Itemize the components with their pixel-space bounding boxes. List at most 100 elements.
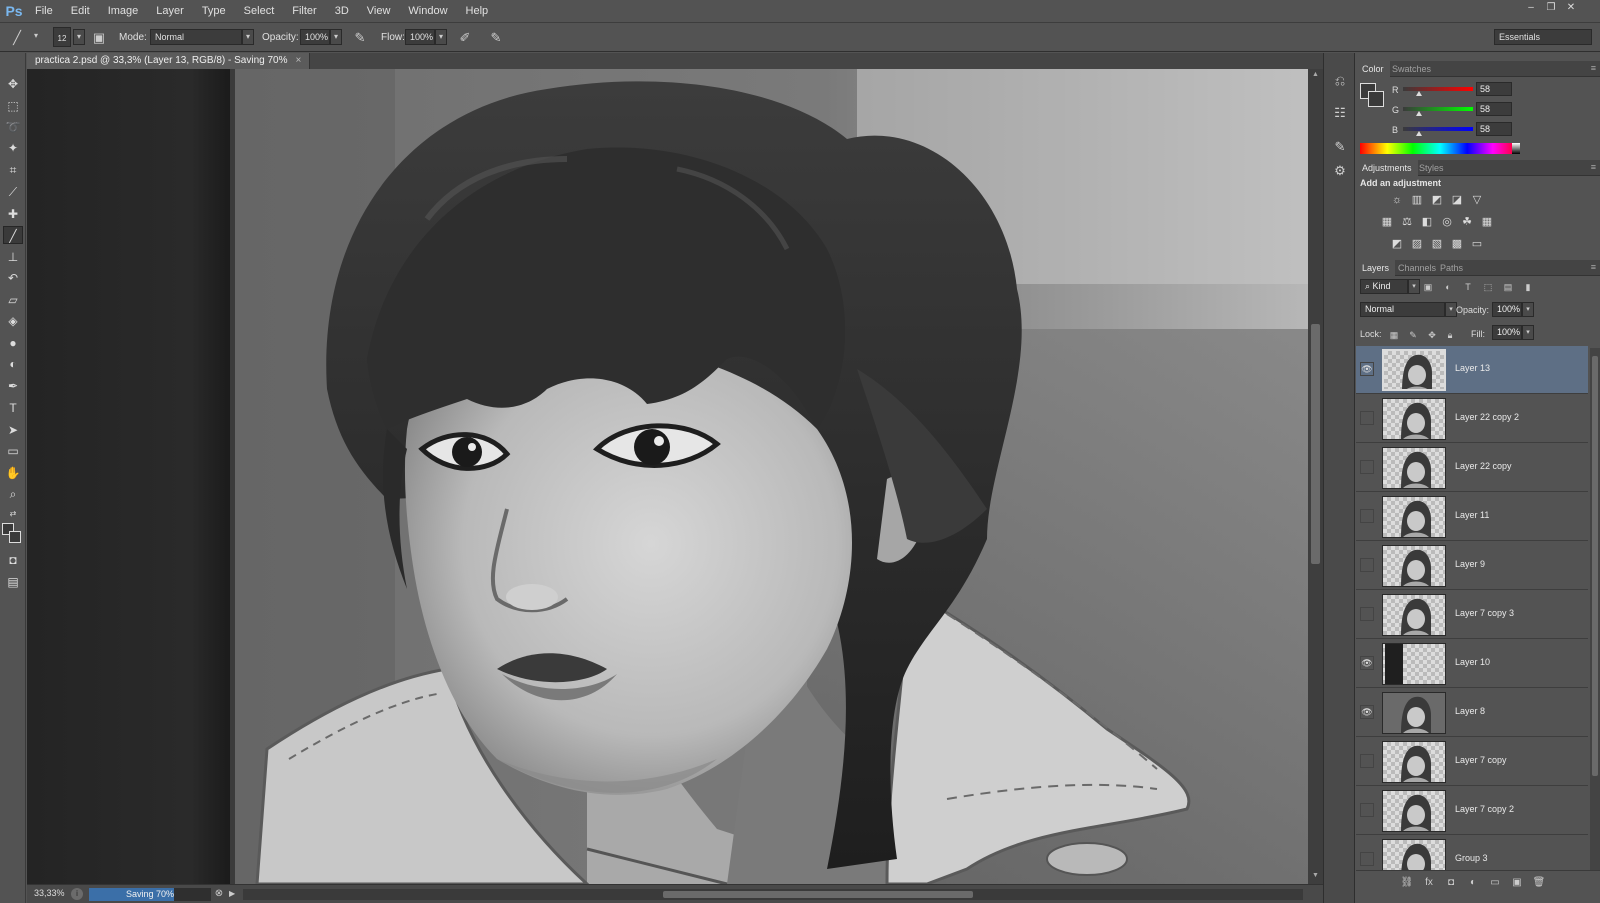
layer-row[interactable]: Layer 7 copy 2 [1356, 787, 1588, 835]
mode-select[interactable]: Normal [150, 29, 242, 45]
layers-panel-menu-icon[interactable]: ≡ [1591, 262, 1596, 272]
layer-visibility-eye-icon[interactable] [1360, 803, 1374, 817]
filter-pixel-icon[interactable]: ▣ [1422, 281, 1434, 293]
quick-mask-icon[interactable]: ◘ [3, 551, 23, 569]
scroll-down-icon[interactable]: ▼ [1311, 872, 1320, 882]
posterize-icon[interactable]: ▨ [1410, 237, 1424, 251]
background-color-swatch[interactable] [9, 531, 21, 543]
filter-shape-icon[interactable]: ⬚ [1482, 281, 1494, 293]
new-layer-icon[interactable]: ▣ [1510, 876, 1524, 890]
layer-visibility-eye-icon[interactable] [1360, 754, 1374, 768]
layer-visibility-eye-icon[interactable] [1360, 460, 1374, 474]
curves-icon[interactable]: ◩ [1430, 193, 1444, 207]
tab-styles[interactable]: Styles [1413, 160, 1450, 176]
eraser-tool-icon[interactable]: ▱ [3, 291, 23, 309]
layers-scroll-thumb[interactable] [1592, 356, 1598, 776]
layer-name[interactable]: Layer 22 copy 2 [1455, 412, 1519, 422]
close-document-icon[interactable]: × [296, 55, 302, 66]
tab-color[interactable]: Color [1356, 61, 1390, 77]
layer-thumbnail[interactable] [1382, 447, 1446, 489]
layer-name[interactable]: Layer 10 [1455, 657, 1490, 667]
layer-name[interactable]: Layer 11 [1455, 510, 1489, 520]
canvas-vertical-scrollbar[interactable]: ▲ ▼ [1308, 69, 1323, 884]
layer-style-icon[interactable]: fx [1422, 876, 1436, 890]
cancel-save-icon[interactable]: ⊗ [213, 888, 225, 900]
layer-thumbnail[interactable] [1382, 496, 1446, 538]
layer-thumbnail[interactable] [1382, 692, 1446, 734]
layer-thumbnail[interactable] [1382, 839, 1446, 870]
move-tool-icon[interactable]: ✥ [3, 75, 23, 93]
layer-thumbnail[interactable] [1382, 790, 1446, 832]
green-slider-knob[interactable] [1415, 111, 1422, 116]
brush-tool-icon[interactable]: ╱ [3, 226, 23, 244]
menu-type[interactable]: Type [193, 0, 235, 22]
scroll-up-icon[interactable]: ▲ [1311, 71, 1320, 81]
black-white-icon[interactable]: ◧ [1420, 215, 1434, 229]
red-slider[interactable] [1403, 87, 1473, 96]
layer-visibility-eye-icon[interactable] [1360, 509, 1374, 523]
exposure-icon[interactable]: ◪ [1450, 193, 1464, 207]
zoom-level-field[interactable]: 33,33% [34, 888, 68, 901]
type-tool-icon[interactable]: T [3, 399, 23, 417]
adjustments-panel-menu-icon[interactable]: ≡ [1591, 162, 1596, 172]
add-mask-icon[interactable]: ◘ [1444, 876, 1458, 890]
lock-position-icon[interactable]: ✥ [1426, 329, 1438, 341]
layer-name[interactable]: Layer 8 [1455, 706, 1485, 716]
layer-visibility-eye-icon[interactable] [1360, 558, 1374, 572]
threshold-icon[interactable]: ▧ [1430, 237, 1444, 251]
brush-panel-icon[interactable]: ▣ [90, 29, 108, 47]
layer-name[interactable]: Layer 13 [1455, 363, 1490, 373]
brush-panel-dock-icon[interactable]: ✎ [1330, 137, 1350, 157]
vertical-scroll-thumb[interactable] [1311, 324, 1320, 564]
hand-tool-icon[interactable]: ✋ [3, 464, 23, 482]
history-panel-icon[interactable]: ⎌ [1330, 71, 1350, 91]
horizontal-scroll-thumb[interactable] [663, 891, 973, 898]
quick-select-tool-icon[interactable]: ✦ [3, 139, 23, 157]
levels-icon[interactable]: ▥ [1410, 193, 1424, 207]
channel-mixer-icon[interactable]: ☘ [1460, 215, 1474, 229]
red-value[interactable]: 58 [1476, 82, 1512, 96]
layer-thumbnail[interactable] [1382, 349, 1446, 391]
lasso-tool-icon[interactable]: ➰ [3, 118, 23, 136]
color-lookup-icon[interactable]: ▦ [1480, 215, 1494, 229]
layer-thumbnail[interactable] [1382, 398, 1446, 440]
layer-opacity-dropdown[interactable]: ▾ [1522, 302, 1534, 317]
layer-row[interactable]: Layer 22 copy 2 [1356, 395, 1588, 443]
new-group-icon[interactable]: ▭ [1488, 876, 1502, 890]
layer-name[interactable]: Group 3 [1455, 853, 1488, 863]
lock-all-icon[interactable]: 🔒︎ [1444, 329, 1456, 341]
brush-size-dropdown[interactable]: ▾ [73, 29, 85, 45]
layer-visibility-eye-icon[interactable] [1360, 607, 1374, 621]
fill-dropdown[interactable]: ▾ [1522, 325, 1534, 340]
screen-mode-icon[interactable]: ▤ [3, 573, 23, 591]
paint-bucket-tool-icon[interactable]: ◈ [3, 312, 23, 330]
opacity-input[interactable]: 100% [300, 29, 330, 45]
brightness-contrast-icon[interactable]: ☼ [1390, 193, 1404, 207]
filter-toggle-icon[interactable]: ▮ [1522, 281, 1534, 293]
pressure-opacity-icon[interactable]: ✎ [351, 29, 369, 47]
menu-window[interactable]: Window [399, 0, 456, 22]
zoom-tool-icon[interactable]: ⌕ [3, 485, 23, 503]
close-window-button[interactable]: ✕ [1564, 2, 1578, 14]
layer-name[interactable]: Layer 7 copy [1455, 755, 1507, 765]
tool-presets-icon[interactable]: ⚙ [1330, 161, 1350, 181]
crop-tool-icon[interactable]: ⌗ [3, 161, 23, 179]
filter-adjustment-icon[interactable]: ◐ [1442, 281, 1454, 293]
layer-visibility-eye-icon[interactable]: 👁︎ [1360, 362, 1374, 376]
status-menu-arrow-icon[interactable]: ▶ [229, 888, 239, 900]
tab-layers[interactable]: Layers [1356, 260, 1396, 276]
dodge-tool-icon[interactable]: ◐ [3, 355, 23, 373]
vibrance-icon[interactable]: ▽ [1470, 193, 1484, 207]
hue-saturation-icon[interactable]: ▦ [1380, 215, 1394, 229]
menu-view[interactable]: View [358, 0, 400, 22]
layer-row[interactable]: Layer 7 copy 3 [1356, 591, 1588, 639]
menu-filter[interactable]: Filter [283, 0, 325, 22]
invert-icon[interactable]: ◩ [1390, 237, 1404, 251]
properties-panel-icon[interactable]: ☷ [1330, 103, 1350, 123]
tab-adjustments[interactable]: Adjustments [1356, 160, 1418, 176]
path-selection-tool-icon[interactable]: ➤ [3, 421, 23, 439]
layer-row[interactable]: Layer 7 copy [1356, 738, 1588, 786]
brush-size-picker[interactable]: 12 [53, 27, 71, 47]
artwork-canvas[interactable] [27, 69, 1308, 884]
layer-row[interactable]: 👁︎ Layer 10 [1356, 640, 1588, 688]
